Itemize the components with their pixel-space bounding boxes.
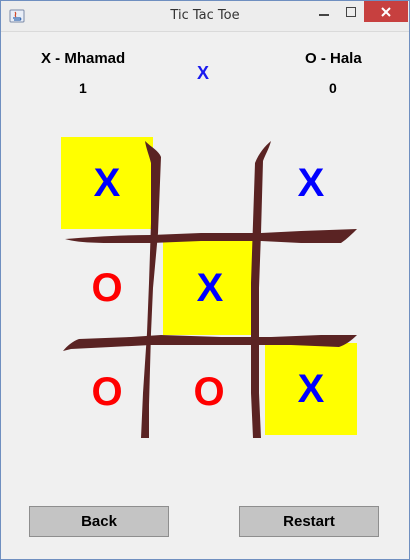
board-cell-2[interactable] bbox=[161, 137, 257, 229]
maximize-button[interactable] bbox=[337, 1, 364, 22]
current-turn-indicator: X bbox=[197, 63, 210, 83]
app-window: Tic Tac Toe X - Mhamad 1 X O - Hala 0 X … bbox=[0, 0, 410, 560]
cell-mark: X bbox=[297, 160, 325, 205]
player-x-score: 1 bbox=[79, 80, 87, 96]
close-icon bbox=[381, 6, 391, 17]
cell-mark: O bbox=[91, 265, 123, 310]
cell-mark: X bbox=[196, 265, 224, 310]
title-bar[interactable]: Tic Tac Toe bbox=[1, 1, 409, 32]
cell-mark: X bbox=[297, 366, 325, 411]
board-cell-8[interactable]: O bbox=[161, 345, 257, 439]
cell-mark: O bbox=[193, 369, 225, 414]
maximize-icon bbox=[345, 6, 356, 17]
game-panel: X - Mhamad 1 X O - Hala 0 X X O X O O X bbox=[1, 33, 409, 559]
player-x-name: X - Mhamad bbox=[41, 50, 126, 67]
minimize-icon bbox=[318, 13, 329, 16]
close-button[interactable] bbox=[364, 1, 408, 22]
board-cell-1[interactable]: X bbox=[61, 137, 153, 229]
board-cell-3[interactable]: X bbox=[265, 137, 357, 229]
board-cell-7[interactable]: O bbox=[61, 345, 153, 439]
player-o-score: 0 bbox=[329, 80, 337, 96]
board-cell-9[interactable]: X bbox=[265, 343, 357, 435]
board-cell-4[interactable]: O bbox=[61, 239, 153, 337]
minimize-button[interactable] bbox=[310, 1, 337, 22]
cell-mark: O bbox=[91, 369, 123, 414]
cell-mark: X bbox=[93, 160, 121, 205]
board-cell-6[interactable] bbox=[265, 239, 357, 337]
back-button[interactable]: Back bbox=[29, 506, 169, 537]
restart-button[interactable]: Restart bbox=[239, 506, 379, 537]
board-cell-5[interactable]: X bbox=[163, 241, 257, 335]
player-o-name: O - Hala bbox=[305, 50, 362, 67]
